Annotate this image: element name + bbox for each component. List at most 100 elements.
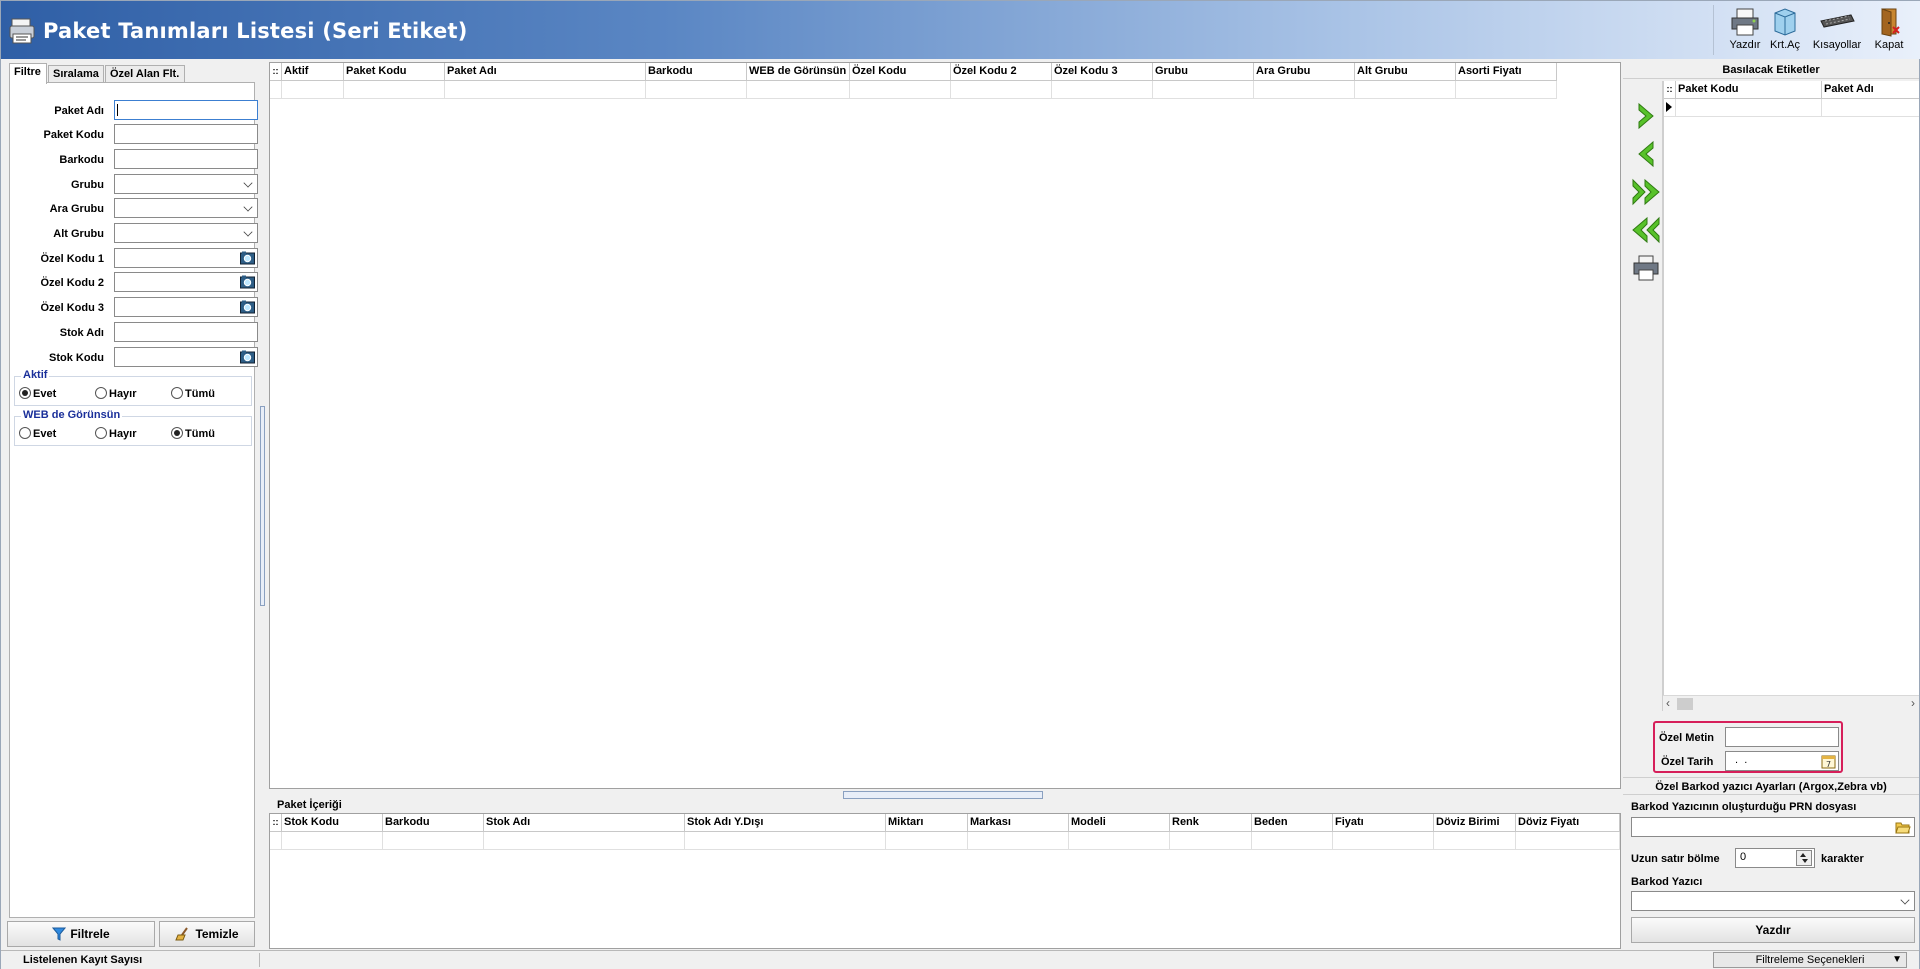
lookup-icon[interactable]: [240, 275, 255, 289]
web-evet-radio[interactable]: Evet: [19, 427, 56, 440]
column-header[interactable]: Stok Adı Y.Dışı: [685, 814, 886, 832]
paket-kodu-input[interactable]: [114, 124, 258, 144]
splitter-grip[interactable]: [260, 406, 265, 606]
barkodu-input[interactable]: [114, 149, 258, 169]
column-header[interactable]: Beden: [1252, 814, 1333, 832]
tab-siralama[interactable]: Sıralama: [48, 65, 104, 83]
column-header[interactable]: Ara Grubu: [1254, 63, 1355, 81]
lookup-icon[interactable]: [240, 300, 255, 314]
stok-kodu-input[interactable]: [114, 347, 258, 367]
table-cell[interactable]: [445, 81, 646, 99]
column-header[interactable]: Paket Adı: [1822, 81, 1919, 99]
web-hayir-radio[interactable]: Hayır: [95, 427, 137, 440]
column-header[interactable]: Paket Kodu: [1676, 81, 1822, 99]
column-header[interactable]: Döviz Fiyatı: [1516, 814, 1620, 832]
table-cell[interactable]: [1052, 81, 1153, 99]
table-cell[interactable]: [850, 81, 951, 99]
column-header[interactable]: Modeli: [1069, 814, 1170, 832]
column-header[interactable]: Stok Adı: [484, 814, 685, 832]
column-header[interactable]: Paket Kodu: [344, 63, 445, 81]
shortcuts-button[interactable]: Kısayollar: [1812, 5, 1862, 57]
scroll-right-icon[interactable]: ›: [1911, 696, 1915, 711]
scrollbar-thumb[interactable]: [1677, 698, 1693, 710]
lookup-icon[interactable]: [240, 350, 255, 364]
table-cell[interactable]: [951, 81, 1052, 99]
barkod-yazici-select[interactable]: [1631, 891, 1915, 911]
aktif-tumu-radio[interactable]: Tümü: [171, 387, 215, 400]
column-header[interactable]: Özel Kodu 3: [1052, 63, 1153, 81]
ozel-kodu-3-input[interactable]: [114, 297, 258, 317]
ozel-tarih-input[interactable]: . . 7: [1725, 751, 1839, 771]
horizontal-splitter[interactable]: [843, 791, 1043, 799]
remove-one-arrow-icon[interactable]: [1631, 139, 1661, 169]
remove-all-arrow-icon[interactable]: [1631, 215, 1661, 245]
column-header[interactable]: Asorti Fiyatı: [1456, 63, 1557, 81]
table-cell[interactable]: [344, 81, 445, 99]
lookup-icon[interactable]: [240, 251, 255, 265]
ozel-kodu-1-input[interactable]: [114, 248, 258, 268]
column-header[interactable]: Miktarı: [886, 814, 968, 832]
column-header[interactable]: Fiyatı: [1333, 814, 1434, 832]
tab-filtre[interactable]: Filtre: [9, 63, 47, 84]
uzun-satir-spinner[interactable]: 0: [1735, 848, 1815, 868]
column-header[interactable]: WEB de Görünsün: [747, 63, 850, 81]
prn-file-input[interactable]: [1631, 817, 1915, 837]
scroll-left-icon[interactable]: ‹: [1666, 696, 1670, 711]
stok-adi-input[interactable]: [114, 322, 258, 342]
paket-grid[interactable]: :: Aktif Paket Kodu Paket Adı Barkodu WE…: [269, 62, 1621, 789]
temizle-button[interactable]: Temizle: [159, 921, 255, 947]
table-cell[interactable]: [1516, 832, 1620, 850]
column-header[interactable]: Özel Kodu 2: [951, 63, 1052, 81]
table-cell[interactable]: [1170, 832, 1252, 850]
table-cell[interactable]: [1456, 81, 1557, 99]
folder-open-icon[interactable]: [1895, 820, 1911, 834]
column-header[interactable]: Stok Kodu: [282, 814, 383, 832]
table-cell[interactable]: [282, 832, 383, 850]
add-all-arrow-icon[interactable]: [1631, 177, 1661, 207]
ozel-kodu-2-input[interactable]: [114, 272, 258, 292]
column-header[interactable]: Paket Adı: [445, 63, 646, 81]
paket-icerigi-grid[interactable]: :: Stok Kodu Barkodu Stok Adı Stok Adı Y…: [269, 813, 1621, 949]
table-cell[interactable]: [747, 81, 850, 99]
table-cell[interactable]: [685, 832, 886, 850]
table-cell[interactable]: [1069, 832, 1170, 850]
ozel-metin-input[interactable]: [1725, 727, 1839, 747]
calendar-icon[interactable]: 7: [1821, 754, 1836, 769]
grubu-select[interactable]: [114, 174, 258, 194]
column-header[interactable]: Aktif: [282, 63, 344, 81]
tab-ozel-alan-filtre[interactable]: Özel Alan Flt.: [105, 65, 185, 83]
column-header[interactable]: Grubu: [1153, 63, 1254, 81]
ara-grubu-select[interactable]: [114, 198, 258, 218]
paket-adi-input[interactable]: [114, 100, 258, 120]
column-header[interactable]: Döviz Birimi: [1434, 814, 1516, 832]
basilacak-etiketler-grid[interactable]: :: Paket Kodu Paket Adı: [1663, 81, 1919, 695]
filtrele-button[interactable]: Filtrele: [7, 921, 155, 947]
aktif-hayir-radio[interactable]: Hayır: [95, 387, 137, 400]
table-cell[interactable]: [383, 832, 484, 850]
table-cell[interactable]: [1153, 81, 1254, 99]
aktif-evet-radio[interactable]: Evet: [19, 387, 56, 400]
vertical-splitter[interactable]: [259, 61, 267, 949]
yazdir-button[interactable]: Yazdır: [1631, 917, 1915, 943]
column-header[interactable]: Barkodu: [646, 63, 747, 81]
table-cell[interactable]: [1434, 832, 1516, 850]
alt-grubu-select[interactable]: [114, 223, 258, 243]
column-header[interactable]: Renk: [1170, 814, 1252, 832]
add-one-arrow-icon[interactable]: [1631, 101, 1661, 131]
table-cell[interactable]: [968, 832, 1069, 850]
table-cell[interactable]: [886, 832, 968, 850]
web-tumu-radio[interactable]: Tümü: [171, 427, 215, 440]
column-header[interactable]: Özel Kodu: [850, 63, 951, 81]
table-cell[interactable]: [1355, 81, 1456, 99]
table-cell[interactable]: [1822, 99, 1919, 117]
column-header[interactable]: Markası: [968, 814, 1069, 832]
printer-icon[interactable]: [1631, 253, 1661, 283]
horizontal-scrollbar[interactable]: ‹ ›: [1663, 695, 1919, 711]
column-header[interactable]: Alt Grubu: [1355, 63, 1456, 81]
table-cell[interactable]: [1676, 99, 1822, 117]
table-cell[interactable]: [1252, 832, 1333, 850]
open-card-button[interactable]: Krt.Aç: [1760, 5, 1810, 57]
table-cell[interactable]: [484, 832, 685, 850]
table-cell[interactable]: [282, 81, 344, 99]
table-cell[interactable]: [1333, 832, 1434, 850]
